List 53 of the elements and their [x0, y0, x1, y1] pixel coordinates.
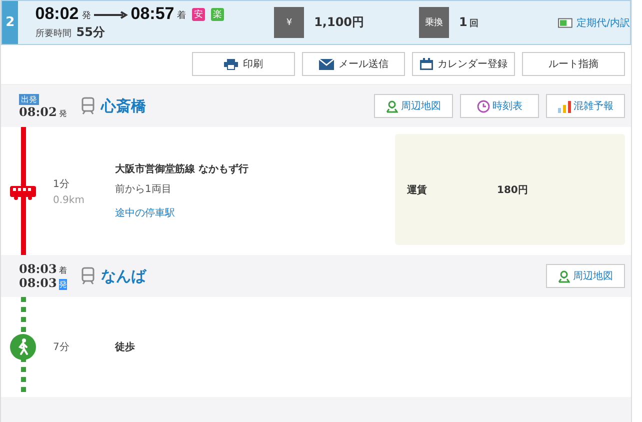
calendar-icon: [420, 58, 432, 70]
fare-amount: 180円: [497, 184, 528, 196]
envelope-icon: [318, 58, 334, 70]
walk-label: 徒歩: [115, 340, 136, 354]
distance: 0.9km: [53, 194, 86, 206]
car-position: 前から1両目: [115, 183, 172, 196]
yen-icon: ¥: [274, 7, 304, 38]
station-name[interactable]: なんば: [101, 266, 546, 286]
total-fare: 1,100円: [314, 14, 366, 31]
time-suffix: 着: [177, 10, 186, 22]
printer-icon: [224, 58, 238, 70]
line-name: 大阪市営御堂筋線 なかもず行: [115, 162, 250, 176]
transfer-unit: 回: [469, 18, 478, 30]
walking-person-icon: [10, 334, 36, 360]
duration-label: 所要時間: [35, 28, 72, 40]
travel-time: 7分: [53, 341, 70, 354]
station-name[interactable]: 心斎橋: [101, 96, 374, 116]
route-action-button[interactable]: メール送信: [302, 52, 405, 76]
station-action-button[interactable]: 混雑予報: [546, 94, 625, 118]
arrival-time: 08:57: [130, 4, 174, 24]
transfer-count: 1: [458, 15, 468, 29]
departure-badge: 出発: [19, 94, 39, 104]
travel-time: 1分: [53, 178, 70, 190]
route-action-button[interactable]: 印刷: [192, 52, 295, 76]
train-icon: [81, 267, 95, 285]
time-suffix: 着: [58, 265, 67, 276]
station-time: 08:02: [19, 104, 57, 118]
station-action-button[interactable]: 周辺地図: [374, 94, 453, 118]
station-time: 08:03: [19, 276, 57, 290]
time-suffix: 発: [82, 10, 91, 22]
train-icon: [81, 97, 95, 115]
route-action-button[interactable]: ルート指摘: [522, 52, 625, 76]
duration-value: 55分: [76, 24, 105, 41]
route-number: 2: [2, 1, 18, 44]
bar-chart-icon: [558, 100, 570, 112]
station-action-button[interactable]: 周辺地図: [546, 264, 625, 288]
time-suffix: 発: [58, 279, 67, 290]
map-pin-icon: [558, 270, 570, 282]
station-action-button[interactable]: 時刻表: [460, 94, 539, 118]
commuter-pass-icon: [558, 18, 573, 28]
map-pin-icon: [386, 100, 398, 112]
time-suffix: 発: [58, 108, 67, 118]
arrow-icon: [94, 11, 128, 19]
departure-time: 08:02: [35, 4, 79, 24]
transfer-icon: 乗換: [419, 7, 449, 38]
intermediate-stops-link[interactable]: 途中の停車駅: [115, 206, 175, 220]
commuter-fare-link[interactable]: 定期代/内訳: [576, 16, 630, 30]
route-badge: 安: [192, 8, 206, 21]
clock-icon: [476, 100, 490, 112]
fare-label: 運賃: [407, 184, 427, 196]
route-action-button[interactable]: カレンダー登録: [412, 52, 515, 76]
route-badge: 楽: [211, 8, 224, 21]
station-time: 08:03: [19, 262, 57, 276]
